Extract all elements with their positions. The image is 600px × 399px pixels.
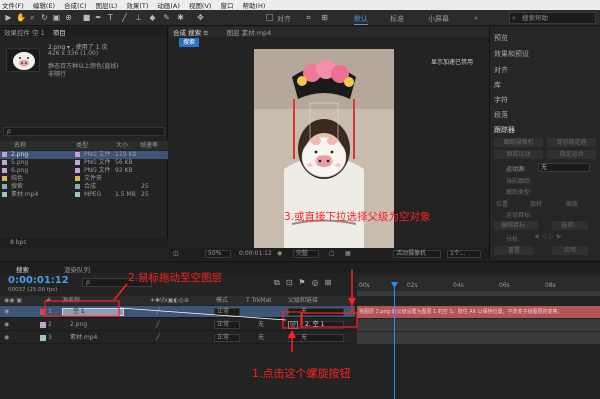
annotation-step-3: 3.或直接下拉选择父级为空对象	[284, 211, 431, 223]
annotation-step-2: 2.鼠标拖动至空图层	[128, 272, 223, 284]
annotation-step-1: 1.点击这个螺旋按钮	[252, 367, 351, 380]
annotation-overlay	[44, 270, 358, 352]
